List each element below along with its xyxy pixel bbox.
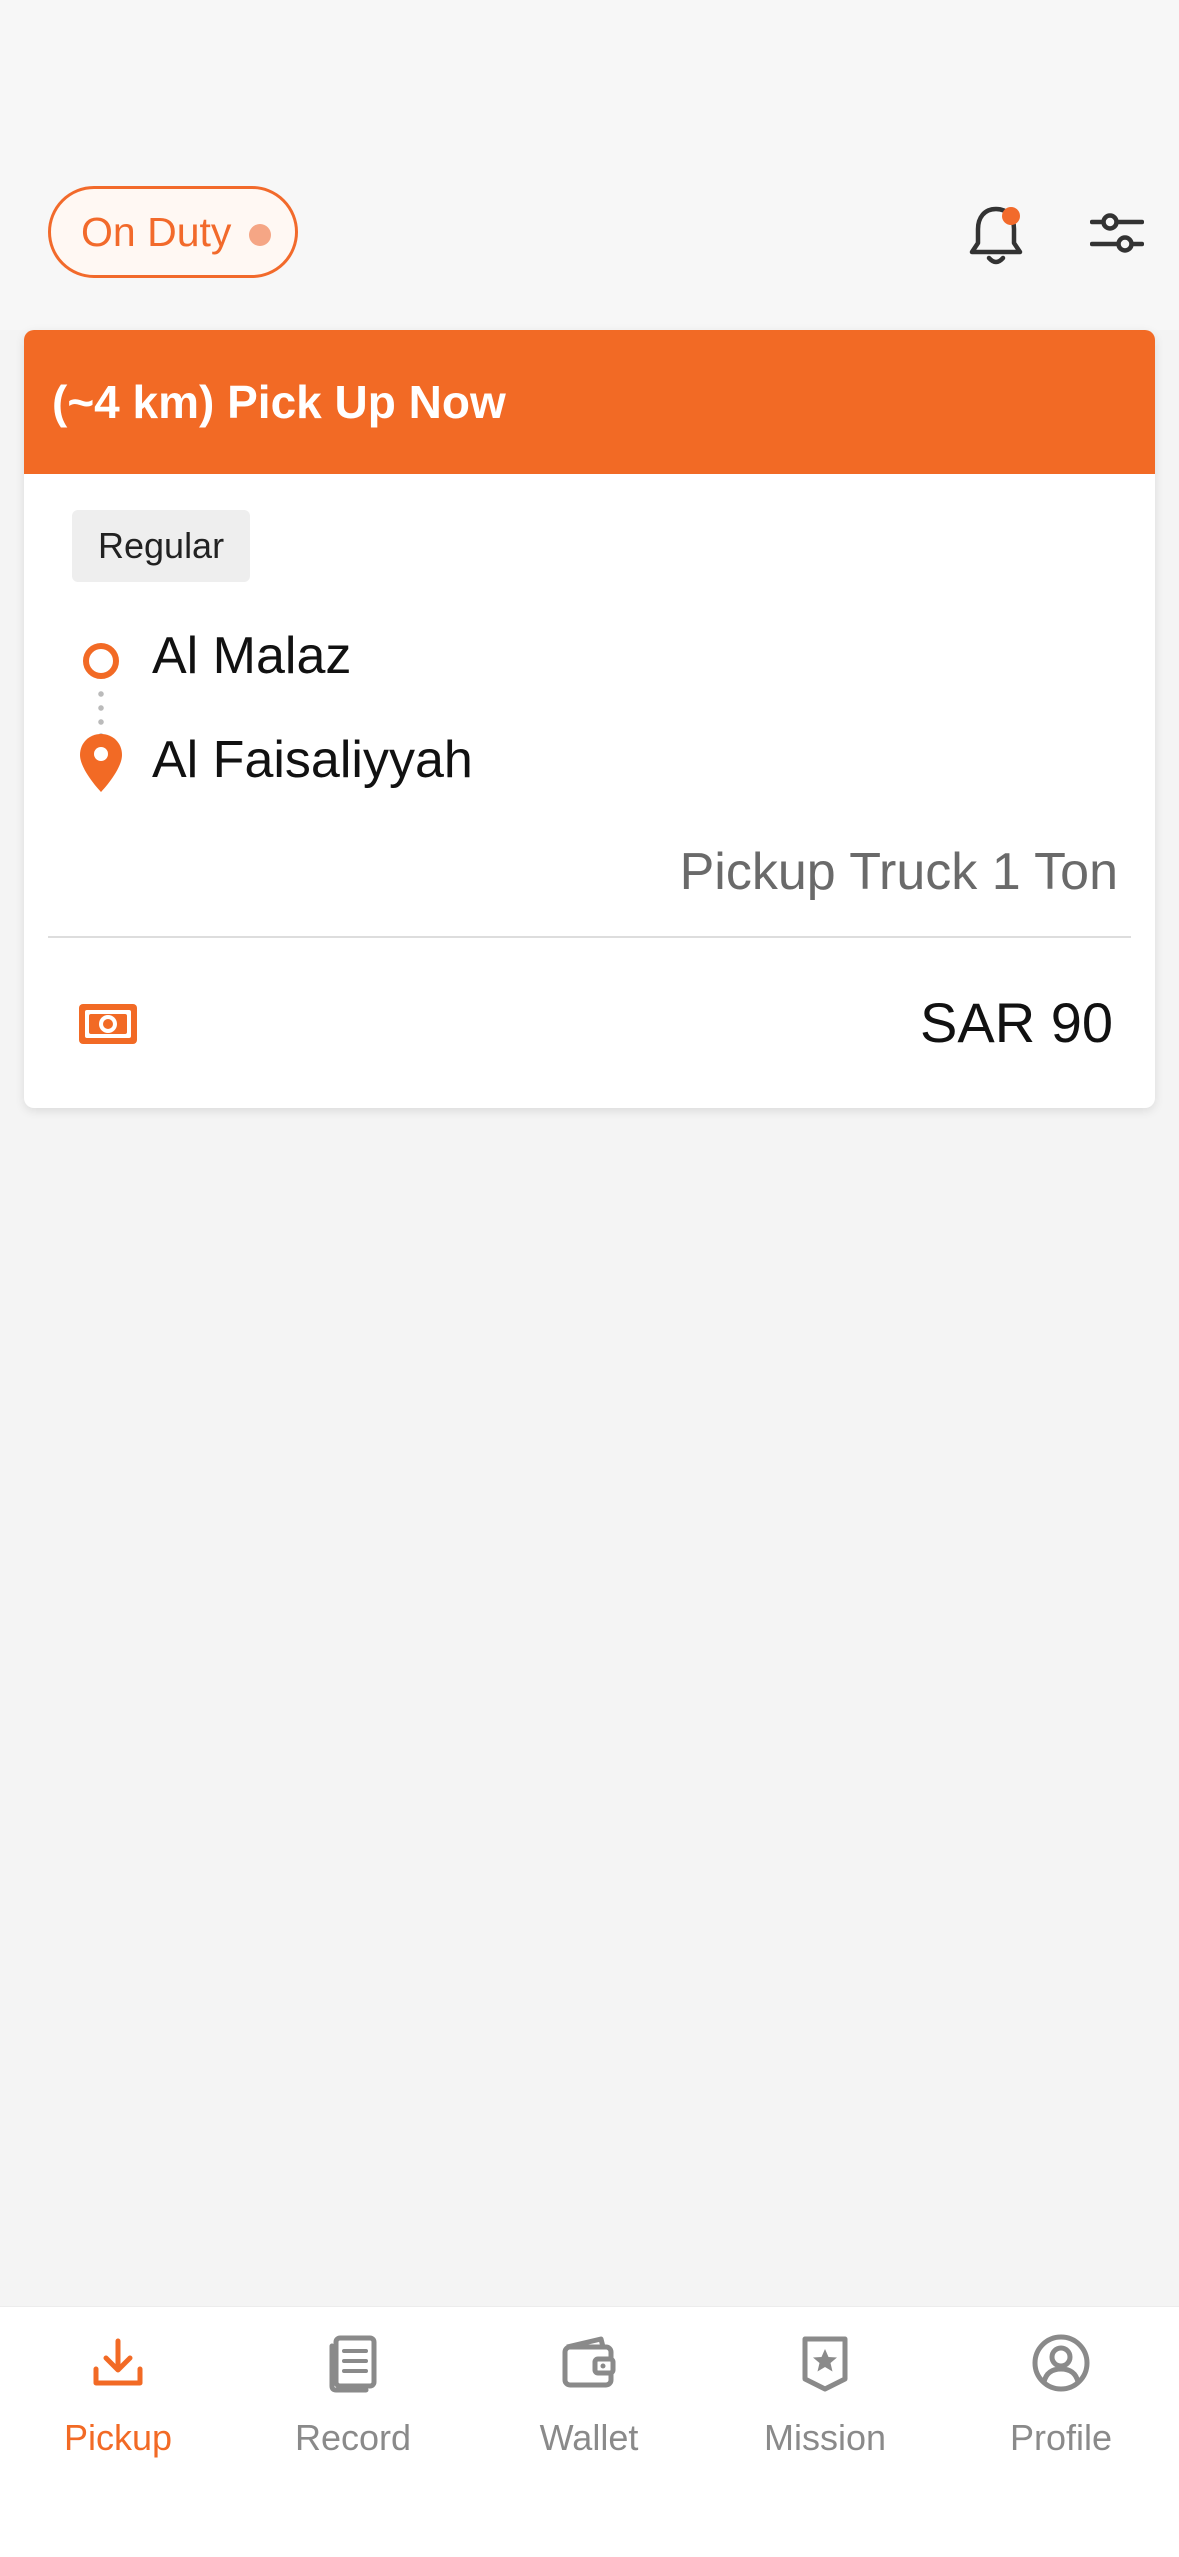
cash-icon [79, 1004, 137, 1044]
document-icon [329, 2335, 377, 2393]
location-pin-icon [80, 734, 122, 792]
tab-wallet-label: Wallet [539, 2417, 639, 2458]
order-card[interactable]: (~4 km) Pick Up Now Regular Al Malaz Al … [24, 330, 1155, 1108]
order-type-tag: Regular [72, 510, 251, 582]
tab-mission-label: Mission [763, 2417, 887, 2458]
star-badge-icon [802, 2336, 848, 2392]
tab-record[interactable]: Record [235, 2307, 471, 2487]
destination-location: Al Faisaliyyah [152, 731, 473, 789]
card-divider [48, 936, 1131, 938]
duty-status-label: On Duty [81, 208, 232, 255]
tab-pickup[interactable]: Pickup [0, 2307, 236, 2487]
filter-settings-icon[interactable] [1090, 208, 1144, 258]
tab-pickup-label: Pickup [63, 2417, 173, 2458]
vehicle-type: Pickup Truck 1 Ton [679, 843, 1118, 901]
order-card-header: (~4 km) Pick Up Now [24, 330, 1155, 474]
order-price: SAR 90 [920, 991, 1113, 1054]
tab-profile[interactable]: Profile [943, 2307, 1179, 2487]
duty-status-dot [249, 224, 271, 246]
origin-location: Al Malaz [152, 627, 352, 685]
notification-badge [1002, 207, 1020, 225]
origin-circle-icon [83, 643, 119, 679]
tab-wallet[interactable]: Wallet [471, 2307, 707, 2487]
tab-profile-label: Profile [1009, 2417, 1113, 2458]
wallet-icon [562, 2336, 616, 2388]
download-icon [93, 2338, 143, 2386]
top-area [0, 0, 1179, 330]
bottom-tab-bar: Pickup Record Wallet Mission Profile [0, 2306, 1179, 2557]
user-circle-icon [1032, 2334, 1090, 2392]
tab-record-label: Record [294, 2417, 412, 2458]
tab-mission[interactable]: Mission [707, 2307, 943, 2487]
duty-status-toggle[interactable]: On Duty [48, 186, 298, 278]
order-title: (~4 km) Pick Up Now [52, 376, 506, 428]
